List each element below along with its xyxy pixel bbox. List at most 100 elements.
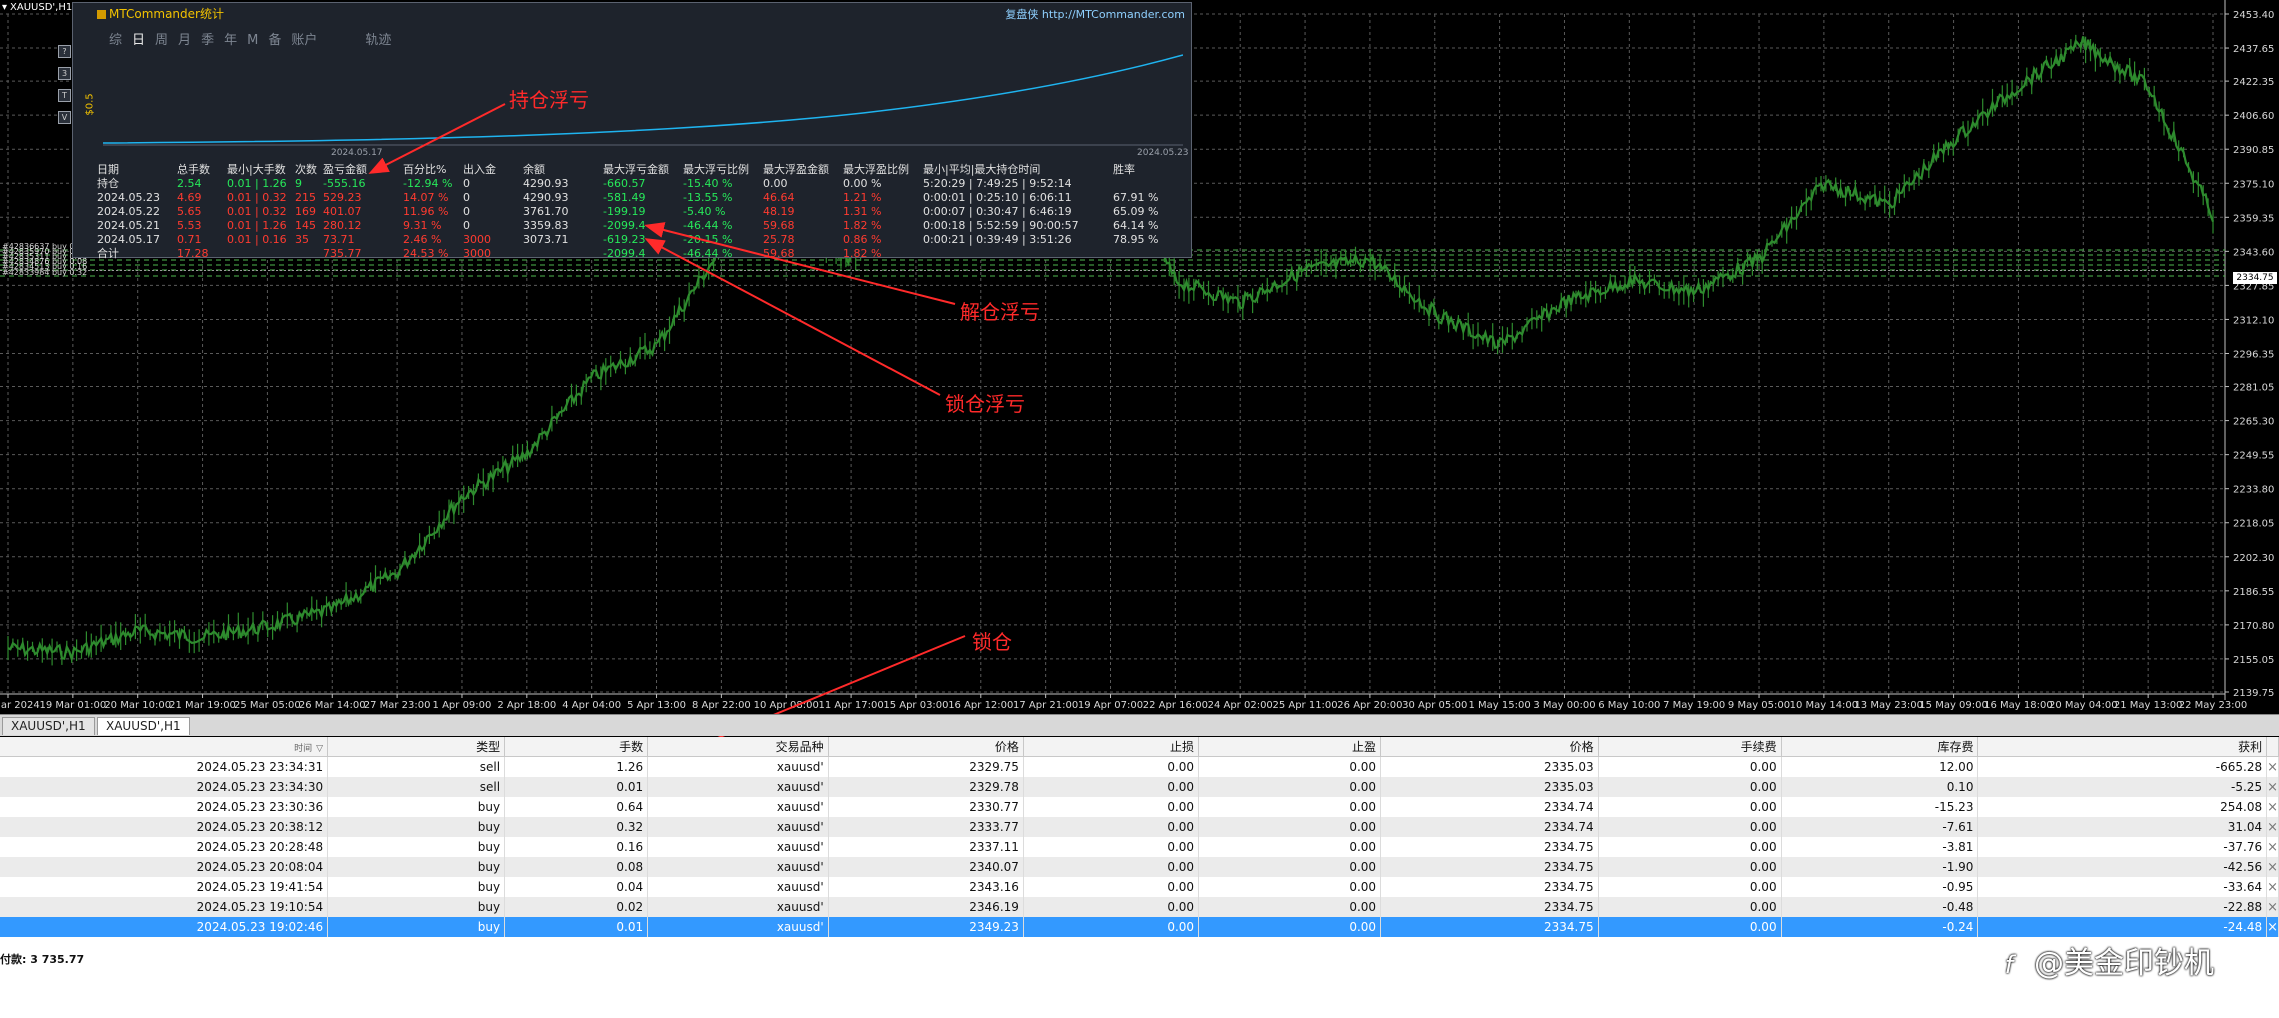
- time-tick-label: 5 Apr 13:00: [627, 700, 686, 710]
- position-cell: -1.90: [1781, 857, 1979, 877]
- tab-summary[interactable]: 综: [109, 33, 122, 48]
- stats-header-cell: 余额: [523, 163, 545, 176]
- column-label: 手数: [619, 740, 644, 754]
- position-cell: 0.02: [504, 897, 649, 917]
- position-row[interactable]: 2024.05.23 19:41:54 buy 0.04 xauusd' 2343.16…: [0, 877, 2279, 897]
- position-cell: 0.00: [1198, 837, 1382, 857]
- stats-header-cell: 日期: [97, 163, 119, 176]
- app-icon: [97, 10, 106, 19]
- terminal-header-cell[interactable]: 止损: [1023, 737, 1200, 757]
- price-tick-label: 2343.60: [2233, 247, 2274, 258]
- position-cell: -22.88: [1977, 897, 2268, 917]
- terminal-header-cell[interactable]: 库存费: [1781, 737, 1979, 757]
- stats-cell: 持仓: [97, 177, 119, 190]
- stats-cell: 2.54: [177, 177, 202, 190]
- column-label: 类型: [476, 740, 501, 754]
- tab-chart-2[interactable]: XAUUSD',H1: [97, 717, 190, 735]
- close-position-icon[interactable]: ×: [2266, 797, 2279, 817]
- position-cell: 2024.05.23 23:34:31: [0, 756, 329, 777]
- position-cell: 0.01: [504, 777, 649, 797]
- close-position-icon[interactable]: ×: [2266, 817, 2279, 837]
- close-position-icon[interactable]: ×: [2266, 857, 2279, 877]
- tab-track[interactable]: 轨迹: [365, 33, 391, 48]
- side-button-t[interactable]: T: [58, 89, 71, 102]
- terminal-header-cell[interactable]: 手数: [504, 737, 649, 757]
- close-position-icon[interactable]: ×: [2266, 897, 2279, 917]
- stats-cell: 24.53 %: [403, 247, 449, 260]
- terminal-header-cell[interactable]: 价格: [1380, 737, 1599, 757]
- stats-cell: 5.65: [177, 205, 202, 218]
- position-cell: 2340.07: [828, 857, 1024, 877]
- position-row[interactable]: 2024.05.23 20:08:04 buy 0.08 xauusd' 2340.07…: [0, 857, 2279, 877]
- time-tick-label: 16 Apr 12:00: [948, 700, 1013, 710]
- position-row[interactable]: 2024.05.23 23:34:31 sell 1.26 xauusd' 2329.7…: [0, 756, 2279, 777]
- position-cell: xauusd': [647, 897, 829, 917]
- side-button-3[interactable]: 3: [58, 67, 71, 80]
- position-row[interactable]: 2024.05.23 19:02:46 buy 0.01 xauusd' 2349.23…: [0, 917, 2279, 937]
- terminal-header-cell[interactable]: 交易品种: [647, 737, 829, 757]
- position-cell: xauusd': [647, 837, 829, 857]
- position-cell: 2335.03: [1380, 756, 1599, 777]
- price-tick-label: 2312.10: [2233, 315, 2274, 326]
- tab-week[interactable]: 周: [155, 33, 168, 48]
- close-position-icon[interactable]: ×: [2266, 917, 2279, 937]
- tab-m[interactable]: M: [247, 33, 258, 48]
- stats-panel: ? 3 T V MTCommander统计 复盘侠 http://MTComma…: [58, 2, 1192, 261]
- stats-cell: 0: [463, 219, 470, 232]
- position-cell: 0.00: [1023, 857, 1200, 877]
- website-link[interactable]: 复盘侠 http://MTCommander.com: [1005, 6, 1185, 22]
- position-row[interactable]: 2024.05.23 19:10:54 buy 0.02 xauusd' 2346.19…: [0, 897, 2279, 917]
- close-position-icon[interactable]: ×: [2266, 777, 2279, 797]
- position-cell: 0.00: [1598, 877, 1782, 897]
- stats-cell: 215: [295, 191, 316, 204]
- position-cell: buy: [327, 877, 506, 897]
- close-position-icon[interactable]: ×: [2266, 837, 2279, 857]
- stats-header-cell: 最大浮亏金额: [603, 163, 669, 176]
- help-button[interactable]: ?: [58, 45, 71, 58]
- stats-cell: 0.01 | 0.16: [227, 233, 287, 246]
- stats-cell: 59.68: [763, 247, 795, 260]
- tab-chart-1[interactable]: XAUUSD',H1: [2, 717, 95, 735]
- position-row[interactable]: 2024.05.23 23:34:30 sell 0.01 xauusd' 2329.7…: [0, 777, 2279, 797]
- tab-day[interactable]: 日: [132, 33, 145, 48]
- position-cell: -15.23: [1781, 797, 1979, 817]
- stats-cell: 0: [463, 205, 470, 218]
- position-cell: 2334.75: [1380, 857, 1599, 877]
- position-cell: buy: [327, 857, 506, 877]
- stats-cell: 4290.93: [523, 191, 569, 204]
- terminal-header-cell[interactable]: 手续费: [1598, 737, 1782, 757]
- stats-cell: 0.86 %: [843, 233, 882, 246]
- stats-cell: 0: [463, 191, 470, 204]
- time-tick-label: 19 Mar 01:00: [39, 700, 106, 710]
- tab-quarter[interactable]: 季: [201, 33, 214, 48]
- terminal-header-cell[interactable]: 获利: [1977, 737, 2268, 757]
- position-cell: buy: [327, 917, 506, 937]
- position-row[interactable]: 2024.05.23 23:30:36 buy 0.64 xauusd' 2330.77…: [0, 797, 2279, 817]
- terminal-header-cell[interactable]: 价格: [828, 737, 1024, 757]
- close-position-icon[interactable]: ×: [2266, 877, 2279, 897]
- stats-header-cell: 总手数: [177, 163, 210, 176]
- lock-annotation: 锁仓: [972, 630, 1012, 654]
- stats-header-cell: 最大浮盈比例: [843, 163, 909, 176]
- tab-year[interactable]: 年: [224, 33, 237, 48]
- terminal-header-row: 时间 ▽ 类型 手数 交易品种 价格 止损 止盈 价格 手续费 库存费 获利: [0, 737, 2279, 757]
- terminal-header-cell[interactable]: 类型: [327, 737, 506, 757]
- tab-account[interactable]: 账户: [291, 33, 317, 48]
- terminal-header-cell[interactable]: 时间 ▽: [0, 737, 329, 757]
- time-tick-label: 15 Mar 2024: [0, 700, 40, 710]
- close-position-icon[interactable]: ×: [2266, 756, 2279, 777]
- stats-cell: [227, 247, 295, 261]
- position-cell: buy: [327, 797, 506, 817]
- position-row[interactable]: 2024.05.23 20:38:12 buy 0.32 xauusd' 2333.77…: [0, 817, 2279, 837]
- time-tick-label: 16 May 18:00: [1984, 700, 2053, 710]
- position-row[interactable]: 2024.05.23 20:28:48 buy 0.16 xauusd' 2337.11…: [0, 837, 2279, 857]
- position-cell: 2335.03: [1380, 777, 1599, 797]
- side-button-v[interactable]: V: [58, 111, 71, 124]
- position-cell: 31.04: [1977, 817, 2268, 837]
- stats-cell: 2024.05.21: [97, 219, 160, 232]
- terminal-header-cell[interactable]: 止盈: [1198, 737, 1382, 757]
- position-cell: buy: [327, 817, 506, 837]
- sort-icon[interactable]: ▽: [316, 744, 323, 754]
- tab-note[interactable]: 备: [268, 33, 281, 48]
- tab-month[interactable]: 月: [178, 33, 191, 48]
